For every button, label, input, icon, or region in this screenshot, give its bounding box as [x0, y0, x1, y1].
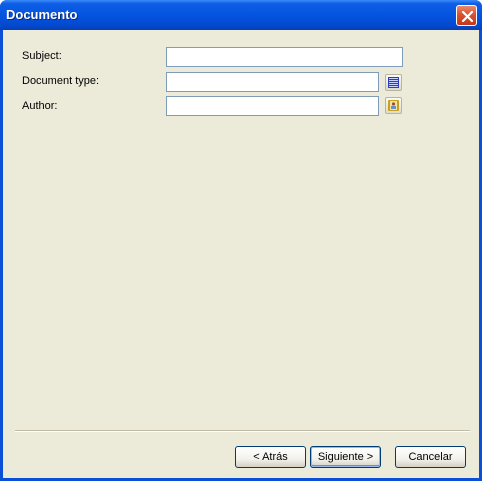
address-book-icon	[388, 100, 399, 111]
author-picker-button[interactable]	[385, 97, 402, 114]
list-icon	[388, 77, 399, 88]
window-title: Documento	[6, 7, 78, 22]
close-icon	[461, 10, 474, 23]
close-button[interactable]	[456, 5, 477, 26]
dialog-window: Documento Subject: Document type: Author…	[0, 0, 482, 481]
document-type-input[interactable]	[166, 72, 379, 92]
cancel-button[interactable]: Cancelar	[395, 446, 466, 468]
subject-input[interactable]	[166, 47, 403, 67]
document-type-label: Document type:	[22, 75, 100, 87]
title-bar[interactable]: Documento	[0, 0, 482, 30]
footer-divider	[15, 430, 470, 432]
author-input[interactable]	[166, 96, 379, 116]
dialog-body: Subject: Document type: Author: < Atrás …	[3, 30, 479, 478]
subject-label: Subject:	[22, 50, 62, 62]
author-label: Author:	[22, 100, 58, 112]
next-button[interactable]: Siguiente >	[310, 446, 381, 468]
back-button[interactable]: < Atrás	[235, 446, 306, 468]
document-type-picker-button[interactable]	[385, 74, 402, 91]
